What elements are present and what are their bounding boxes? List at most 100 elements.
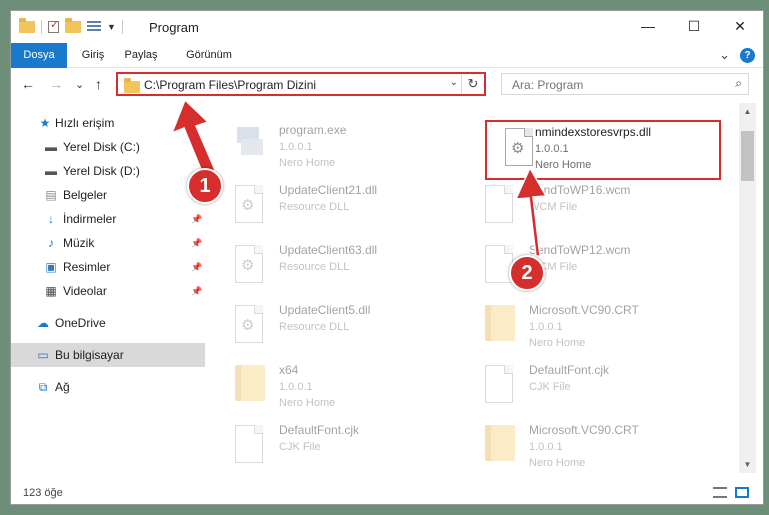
customize-toolbar-dropdown-icon[interactable]: ▼ [107,22,116,32]
scroll-down-icon[interactable]: ▼ [739,456,756,473]
pictures-icon: ▣ [45,260,57,274]
exe-file-icon [235,125,267,165]
file-item[interactable]: ⚙ UpdateClient63.dll Resource DLL [217,239,457,295]
scroll-up-icon[interactable]: ▲ [739,103,756,120]
sidebar-item-network[interactable]: ⧉ Ağ [11,375,205,399]
window-title: Program [149,20,199,35]
file-detail: 1.0.0.1 [535,143,569,155]
tab-view[interactable]: Görünüm [181,43,237,67]
ribbon-controls: ⌄ ? [719,47,755,63]
sidebar-item-label: Bu bilgisayar [55,348,124,362]
pin-icon[interactable]: 📌 [191,238,202,249]
vertical-scrollbar[interactable]: ▲ ▼ [739,103,756,473]
large-icons-view-icon[interactable] [735,487,749,498]
file-detail: Resource DLL [279,321,350,333]
details-view-icon[interactable] [713,487,727,498]
cloud-icon: ☁ [37,316,49,330]
file-detail: Resource DLL [279,201,350,213]
search-icon[interactable]: ⌕ [735,76,742,91]
tab-share[interactable]: Paylaş [119,43,163,67]
folder-file-icon [235,365,267,405]
file-detail: Nero Home [529,457,586,469]
file-name: SendToWP16.wcm [529,183,631,197]
search-input[interactable] [510,76,714,94]
step-1-badge: 1 [187,168,223,204]
scroll-thumb[interactable] [741,131,754,181]
star-icon: ★ [39,116,51,130]
documents-icon: ▤ [45,188,57,202]
network-icon: ⧉ [38,379,48,394]
pane-splitter[interactable] [205,103,213,473]
file-detail: Resource DLL [279,261,350,273]
address-bar[interactable]: C:\Program Files\Program Dizini ⌄ ↻ [116,72,486,96]
close-button[interactable]: ✕ [717,11,763,41]
file-detail: Nero Home [279,157,336,169]
file-detail: 1.0.0.1 [529,441,563,453]
file-item[interactable]: Microsoft.VC90.CRT 1.0.0.1 Nero Home [467,419,707,473]
file-detail: 1.0.0.1 [279,381,313,393]
sidebar-item-label: OneDrive [55,316,106,330]
dll-file-icon: ⚙ [235,185,267,225]
file-detail: CJK File [279,441,321,453]
file-name: DefaultFont.cjk [529,363,610,377]
file-name: Microsoft.VC90.CRT [529,303,639,317]
file-item[interactable]: SendToWP12.wcm WCM File [467,239,707,295]
sidebar-item-pictures[interactable]: ▣ Resimler 📌 [11,255,205,279]
file-item[interactable]: x64 1.0.0.1 Nero Home [217,359,457,415]
recent-locations-icon[interactable]: ⌄ [75,78,84,91]
maximize-button[interactable]: ☐ [671,11,717,41]
navigation-bar: ← → ⌄ ↑ C:\Program Files\Program Dizini … [11,68,763,102]
file-name: x64 [279,363,299,377]
address-dropdown-icon[interactable]: ⌄ [450,77,458,88]
explorer-window: ▼ Program — ☐ ✕ Dosya Giriş Paylaş Görün… [10,10,764,505]
music-icon: ♪ [48,236,54,250]
sidebar-item-label: Yerel Disk (C:) [63,140,140,154]
toolbar-divider [41,20,42,34]
file-item[interactable]: Microsoft.VC90.CRT 1.0.0.1 Nero Home [467,299,707,355]
forward-arrow-icon[interactable]: → [49,76,63,92]
file-name: UpdateClient63.dll [279,243,378,257]
file-name: Microsoft.VC90.CRT [529,423,639,437]
sidebar-item-disk-d[interactable]: ▬ Yerel Disk (D:) [11,159,205,183]
sidebar-item-label: Resimler [63,260,111,274]
file-item[interactable]: program.exe 1.0.0.1 Nero Home [217,119,457,175]
minimize-button[interactable]: — [625,11,671,41]
document-file-icon [235,425,267,465]
sidebar-item-music[interactable]: ♪ Müzik 📌 [11,231,205,255]
back-arrow-icon[interactable]: ← [21,76,35,92]
sidebar-item-downloads[interactable]: ↓ İndirmeler 📌 [11,207,205,231]
dll-file-icon: ⚙ [235,305,267,345]
sidebar-item-videos[interactable]: ▦ Videolar 📌 [11,279,205,303]
search-box[interactable]: ⌕ [501,73,749,95]
file-item-highlighted[interactable]: ⚙ nmindexstoresvrps.dll 1.0.0.1 Nero Hom… [485,120,721,180]
document-file-icon [485,365,517,405]
file-name: UpdateClient5.dll [279,303,371,317]
sidebar-item-onedrive[interactable]: ☁ OneDrive [11,311,205,335]
computer-icon: ▭ [37,348,49,362]
file-item[interactable]: ⚙ UpdateClient5.dll Resource DLL [217,299,457,355]
help-icon[interactable]: ? [740,47,755,63]
tab-home[interactable]: Giriş [73,43,113,67]
up-arrow-icon[interactable]: ↑ [95,76,102,92]
pin-icon[interactable]: 📌 [191,286,202,297]
item-count: 123 öğe [23,487,63,499]
properties-check-icon[interactable] [48,18,59,33]
drive-icon: ▬ [45,164,57,178]
file-item[interactable]: ⚙ UpdateClient21.dll Resource DLL [217,179,457,235]
file-name: SendToWP12.wcm [529,243,631,257]
file-item[interactable]: DefaultFont.cjk CJK File [467,359,707,415]
address-path[interactable]: C:\Program Files\Program Dizini [144,78,316,92]
pin-icon[interactable]: 📌 [191,214,202,225]
sidebar-item-documents[interactable]: ▤ Belgeler 📌 [11,183,205,207]
file-item[interactable]: SendToWP16.wcm WCM File [467,179,707,235]
sidebar-item-this-pc[interactable]: ▭ Bu bilgisayar [11,343,205,367]
properties-icon[interactable] [87,21,101,33]
refresh-icon[interactable]: ↻ [461,74,484,94]
sidebar-item-quick-access[interactable]: ★ Hızlı erişim [11,111,205,135]
expand-ribbon-icon[interactable]: ⌄ [719,47,730,63]
file-name: UpdateClient21.dll [279,183,378,197]
file-item[interactable]: DefaultFont.cjk CJK File [217,419,457,473]
new-folder-icon[interactable] [65,18,81,33]
sidebar-item-disk-c[interactable]: ▬ Yerel Disk (C:) [11,135,205,159]
pin-icon[interactable]: 📌 [191,262,202,273]
